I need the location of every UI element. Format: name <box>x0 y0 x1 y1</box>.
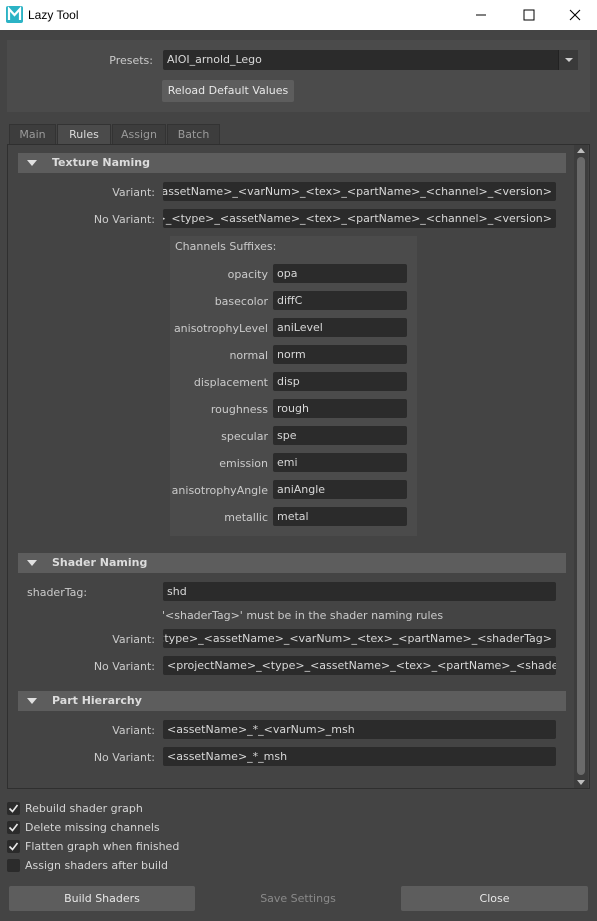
channel-field-basecolor[interactable]: diffC <box>273 291 407 310</box>
part-novariant-label: No Variant: <box>93 751 155 764</box>
channel-label-opacity: opacity <box>227 268 268 281</box>
part-novariant-field[interactable]: <assetName>_*_msh <box>163 747 556 766</box>
texture-novariant-field[interactable]: <projectName>_<type>_<assetName>_<tex>_<… <box>163 209 556 228</box>
close-window-button[interactable] <box>552 0 597 30</box>
shader-naming-title: Shader Naming <box>52 556 148 569</box>
channel-field-roughness[interactable]: rough <box>273 399 407 418</box>
checkmark-icon <box>8 823 19 832</box>
collapse-triangle-icon <box>27 560 37 566</box>
texture-variant-field[interactable]: <type>_<assetName>_<varNum>_<tex>_<partN… <box>163 182 556 201</box>
checkbox-label: Flatten graph when finished <box>25 840 180 853</box>
tab-batch[interactable]: Batch <box>167 124 220 144</box>
part-hierarchy-title: Part Hierarchy <box>52 694 142 707</box>
channel-label-basecolor: basecolor <box>214 295 268 308</box>
channel-field-emission[interactable]: emi <box>273 453 407 472</box>
vertical-scrollbar[interactable] <box>574 145 588 788</box>
channel-label-displacement: displacement <box>193 376 268 389</box>
checkbox[interactable] <box>7 821 20 834</box>
channel-label-roughness: roughness <box>210 403 268 416</box>
channel-field-normal[interactable]: norm <box>273 345 407 364</box>
texture-naming-title: Texture Naming <box>52 156 150 169</box>
texture-novariant-value: <projectName>_<type>_<assetName>_<tex>_<… <box>163 212 552 225</box>
collapse-triangle-icon <box>27 698 37 704</box>
shader-variant-field[interactable]: <type>_<assetName>_<varNum>_<tex>_<partN… <box>163 629 556 648</box>
shader-novariant-label: No Variant: <box>93 660 155 673</box>
channel-label-anisotrophylevel: anisotrophyLevel <box>173 322 268 335</box>
shader-variant-value: <type>_<assetName>_<varNum>_<tex>_<partN… <box>163 632 552 645</box>
channel-label-specular: specular <box>221 430 268 443</box>
presets-value: AIOI_arnold_Lego <box>167 53 262 66</box>
part-hierarchy-header[interactable]: Part Hierarchy <box>18 691 566 711</box>
checkmark-icon <box>8 804 19 813</box>
maximize-icon <box>523 9 535 21</box>
presets-dropdown[interactable]: AIOI_arnold_Lego <box>163 50 578 70</box>
checkbox-label: Assign shaders after build <box>25 859 169 872</box>
shader-variant-label: Variant: <box>112 633 155 646</box>
shader-novariant-field[interactable]: <projectName>_<type>_<assetName>_<tex>_<… <box>163 656 556 675</box>
build-shaders-button[interactable]: Build Shaders <box>9 886 195 911</box>
channel-label-normal: normal <box>229 349 268 362</box>
channel-field-anisotrophylevel[interactable]: aniLevel <box>273 318 407 337</box>
close-icon <box>569 9 581 21</box>
channels-suffixes-title: Channels Suffixes: <box>175 240 277 253</box>
minimize-icon <box>476 14 486 16</box>
texture-novariant-label: No Variant: <box>93 213 155 226</box>
maximize-button[interactable] <box>506 0 552 30</box>
tab-rules[interactable]: Rules <box>57 124 111 145</box>
presets-label: Presets: <box>109 54 153 67</box>
shader-tag-note: '<shaderTag>' must be in the shader nami… <box>162 609 444 622</box>
reload-default-values-button[interactable]: Reload Default Values <box>162 80 294 102</box>
scrollbar-thumb[interactable] <box>577 157 585 775</box>
save-settings-button[interactable]: Save Settings <box>205 886 391 911</box>
checkbox[interactable] <box>7 802 20 815</box>
channel-label-emission: emission <box>219 457 268 470</box>
scroll-up-arrow-icon[interactable] <box>577 148 585 153</box>
texture-naming-header[interactable]: Texture Naming <box>18 153 566 173</box>
channel-field-specular[interactable]: spe <box>273 426 407 445</box>
window-title: Lazy Tool <box>28 8 79 22</box>
checkmark-icon <box>8 842 19 851</box>
title-bar: Lazy Tool <box>0 0 597 30</box>
checkbox[interactable] <box>7 840 20 853</box>
tab-main[interactable]: Main <box>9 124 56 144</box>
shader-naming-header[interactable]: Shader Naming <box>18 553 566 573</box>
texture-variant-label: Variant: <box>112 186 155 199</box>
channel-field-anisotrophyangle[interactable]: aniAngle <box>273 480 407 499</box>
shader-tag-field[interactable]: shd <box>163 582 556 601</box>
channel-label-anisotrophyangle: anisotrophyAngle <box>171 484 268 497</box>
close-button[interactable]: Close <box>401 886 588 911</box>
channel-label-metallic: metallic <box>224 511 268 524</box>
tab-assign[interactable]: Assign <box>112 124 166 144</box>
shader-tag-label: shaderTag: <box>27 586 88 599</box>
scroll-down-arrow-icon[interactable] <box>577 780 585 785</box>
part-variant-label: Variant: <box>112 724 155 737</box>
channel-field-displacement[interactable]: disp <box>273 372 407 391</box>
minimize-button[interactable] <box>458 0 504 30</box>
channel-field-metallic[interactable]: metal <box>273 507 407 526</box>
checkbox[interactable] <box>7 859 20 872</box>
chevron-down-icon <box>565 58 573 62</box>
channel-field-opacity[interactable]: opa <box>273 264 407 283</box>
checkbox-label: Rebuild shader graph <box>25 802 143 815</box>
texture-variant-value: <type>_<assetName>_<varNum>_<tex>_<partN… <box>163 185 552 198</box>
maya-icon <box>6 6 23 23</box>
part-variant-field[interactable]: <assetName>_*_<varNum>_msh <box>163 720 556 739</box>
dropdown-arrow[interactable] <box>558 50 578 70</box>
collapse-triangle-icon <box>27 160 37 166</box>
checkbox-label: Delete missing channels <box>25 821 160 834</box>
